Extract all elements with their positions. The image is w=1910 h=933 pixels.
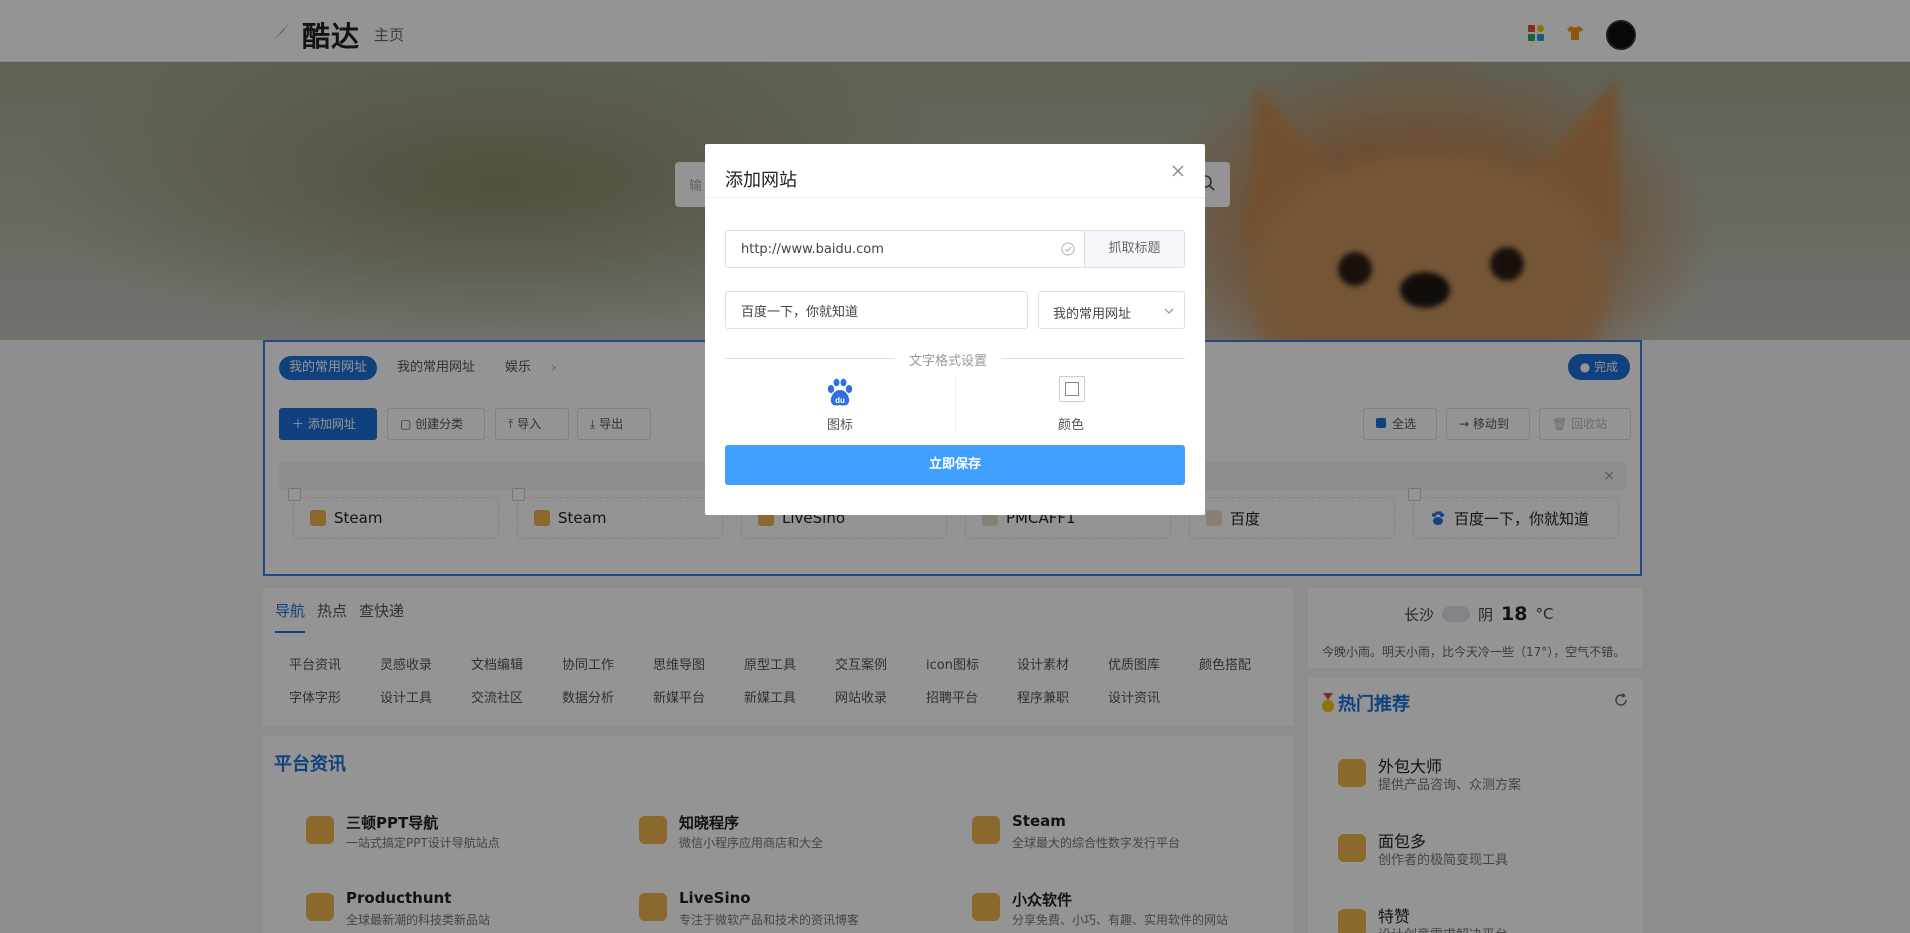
- baidu-paw-icon: du: [827, 378, 853, 406]
- svg-text:du: du: [835, 396, 845, 405]
- icon-option-label: 图标: [826, 418, 853, 433]
- url-input[interactable]: [726, 231, 1086, 267]
- url-field-group: 抓取标题: [725, 230, 1185, 268]
- icon-format-option[interactable]: du 图标: [725, 376, 955, 436]
- close-icon[interactable]: [1171, 164, 1185, 178]
- fetch-title-button[interactable]: 抓取标题: [1084, 231, 1184, 267]
- format-settings-label: 文字格式设置: [895, 350, 1002, 369]
- dialog-title: 添加网站: [725, 170, 797, 191]
- category-select-value: 我的常用网址: [1053, 307, 1132, 322]
- save-button[interactable]: 立即保存: [725, 445, 1185, 485]
- color-format-option[interactable]: 颜色: [956, 376, 1186, 436]
- no-color-icon: [1065, 382, 1079, 396]
- check-circle-icon: [1061, 242, 1075, 256]
- chevron-down-icon: [1164, 308, 1174, 314]
- dialog-divider: [705, 197, 1205, 198]
- category-select[interactable]: 我的常用网址: [1038, 291, 1185, 329]
- color-option-label: 颜色: [1057, 418, 1084, 433]
- site-title-input[interactable]: [725, 291, 1028, 329]
- color-swatch: [1059, 376, 1085, 402]
- add-site-dialog: 添加网站 抓取标题 我的常用网址 文字格式设置 du 图标: [705, 144, 1205, 515]
